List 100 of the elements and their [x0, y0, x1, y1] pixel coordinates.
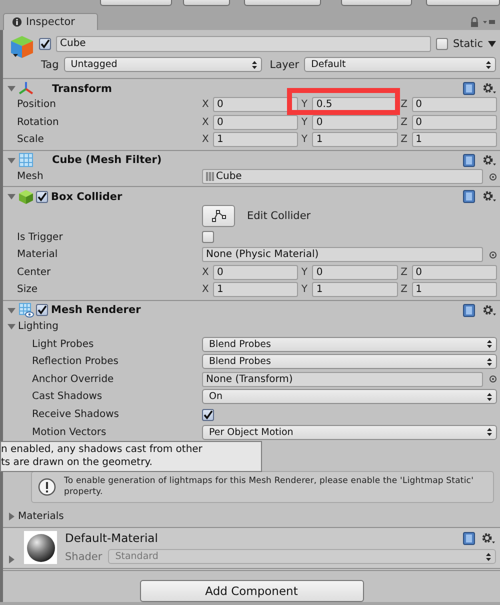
help-book-icon[interactable]: [463, 82, 475, 95]
property-label: Is Trigger: [17, 232, 63, 243]
property-label: Reflection Probes: [32, 356, 119, 368]
help-book-icon[interactable]: [463, 532, 475, 544]
axis-label: Z: [400, 99, 409, 110]
foldout-label[interactable]: Materials: [18, 511, 64, 522]
material-name: Default-Material: [65, 531, 159, 545]
dropdown[interactable]: Blend Probes: [202, 336, 497, 352]
enable-checkbox[interactable]: [36, 304, 48, 316]
checkbox[interactable]: [202, 231, 214, 244]
axis-label: Y: [301, 99, 308, 110]
axis-label: Y: [301, 266, 308, 278]
updown-arrow-icon: [487, 392, 492, 401]
axis-label: Z: [400, 284, 409, 296]
property-label: Position: [17, 99, 56, 110]
axis-label: X: [202, 134, 210, 146]
grid-eye-icon: [18, 302, 34, 318]
property-label: Size: [17, 284, 38, 296]
updown-arrow-icon: [487, 340, 492, 348]
foldout-label[interactable]: Lighting: [18, 321, 58, 332]
settings-icon[interactable]: [482, 82, 497, 95]
grid-icon: [18, 152, 34, 168]
number-field[interactable]: 0: [412, 97, 497, 112]
object-picker-icon[interactable]: [489, 375, 497, 384]
property-label: Rotation: [17, 116, 59, 128]
number-field[interactable]: 1: [312, 282, 398, 298]
updown-arrow-icon: [487, 428, 492, 436]
property-label: Motion Vectors: [32, 426, 106, 438]
toolbar-button[interactable]: [244, 0, 321, 6]
object-field[interactable]: None (Physic Material): [202, 247, 483, 262]
property-label: Scale: [17, 134, 44, 146]
object-field[interactable]: Cube: [202, 169, 483, 184]
number-field[interactable]: 0: [412, 114, 497, 130]
settings-icon[interactable]: [482, 190, 497, 204]
foldout-arrow-icon[interactable]: [7, 554, 16, 564]
number-field[interactable]: 0: [412, 264, 497, 280]
toolbar-button[interactable]: [182, 0, 230, 6]
help-book-icon[interactable]: [463, 304, 475, 317]
toolbar-button[interactable]: [100, 0, 172, 6]
property-label: Center: [17, 266, 51, 278]
number-field[interactable]: 1: [213, 132, 298, 148]
property-label: Light Probes: [32, 338, 94, 350]
number-field[interactable]: 0: [213, 114, 298, 130]
polyline-icon: [210, 209, 226, 224]
edit-collider-label: Edit Collider: [247, 210, 311, 222]
help-book-icon[interactable]: [463, 190, 475, 204]
checkbox[interactable]: [202, 408, 214, 421]
component-title: Mesh Renderer: [51, 304, 141, 316]
enable-checkbox[interactable]: [36, 190, 48, 203]
foldout-arrow-icon[interactable]: [7, 156, 16, 165]
property-label: Mesh: [17, 171, 44, 182]
inspector-tab[interactable]: Inspector: [3, 13, 98, 30]
edit-collider-button[interactable]: [202, 205, 235, 228]
menu-icon[interactable]: [483, 19, 495, 25]
info-message: To enable generation of lightmaps for this Mesh Renderer, please enable the 'Lightmap Static' property.: [64, 476, 475, 498]
foldout-arrow-icon[interactable]: [7, 84, 16, 93]
property-label: Receive Shadows: [32, 409, 119, 420]
info-icon: [12, 17, 22, 27]
lock-icon[interactable]: [470, 17, 479, 27]
add-component-button[interactable]: Add Component: [140, 580, 364, 602]
static-checkbox[interactable]: [436, 38, 448, 50]
foldout-arrow-icon[interactable]: [7, 322, 16, 332]
object-field[interactable]: None (Transform): [202, 372, 483, 387]
dropdown[interactable]: Blend Probes: [202, 354, 497, 370]
number-field[interactable]: 1: [312, 132, 398, 148]
toolbar-button[interactable]: [340, 0, 412, 6]
mesh-icon: [206, 172, 214, 182]
number-field[interactable]: 1: [213, 282, 298, 298]
number-field[interactable]: 1: [412, 282, 497, 298]
number-field[interactable]: 0: [312, 264, 398, 280]
layer-label: Layer: [270, 58, 300, 70]
axis-label: X: [202, 284, 210, 296]
object-picker-icon[interactable]: [489, 250, 497, 259]
number-field[interactable]: 0: [213, 97, 298, 112]
dropdown-arrow-icon[interactable]: [488, 40, 496, 46]
toolbar-button[interactable]: [426, 0, 500, 6]
help-book-icon[interactable]: [463, 154, 475, 167]
name-field[interactable]: Cube: [56, 36, 431, 52]
settings-icon[interactable]: [482, 304, 497, 317]
axis-label: X: [202, 266, 210, 278]
dropdown[interactable]: On: [202, 389, 497, 404]
tag-dropdown[interactable]: Untagged: [64, 57, 262, 72]
number-field[interactable]: 0: [213, 264, 298, 280]
object-picker-icon[interactable]: [489, 172, 497, 181]
foldout-arrow-icon[interactable]: [7, 192, 16, 202]
axis-label: Z: [400, 266, 409, 278]
foldout-arrow-icon[interactable]: [7, 306, 16, 315]
layer-dropdown[interactable]: Default: [304, 57, 496, 72]
settings-icon[interactable]: [481, 532, 496, 544]
axis-label: Y: [301, 116, 308, 128]
number-field[interactable]: 1: [412, 132, 497, 148]
foldout-arrow-icon[interactable]: [7, 512, 16, 522]
dropdown[interactable]: Per Object Motion: [202, 424, 497, 440]
property-label: Material: [17, 249, 58, 260]
active-checkbox[interactable]: [39, 38, 51, 50]
axis-label: X: [202, 116, 210, 128]
axis-label: X: [202, 99, 210, 110]
component-title: Cube (Mesh Filter): [52, 154, 162, 166]
number-field[interactable]: 0: [312, 114, 398, 130]
settings-icon[interactable]: [482, 154, 497, 167]
